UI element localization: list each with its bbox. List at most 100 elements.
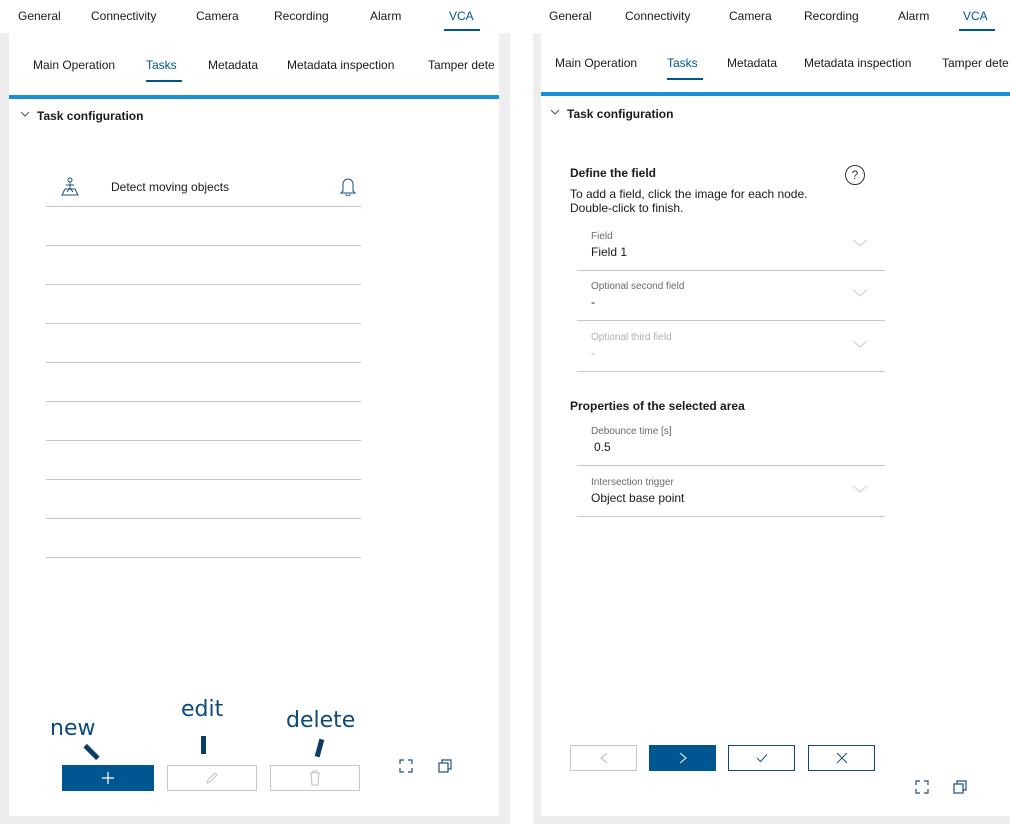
third-field-select[interactable]: Optional third field -: [577, 322, 885, 372]
top-nav: General Connectivity Camera Recording Al…: [0, 0, 510, 33]
field-label: Field: [591, 231, 613, 242]
field-label: Intersection trigger: [591, 477, 674, 488]
bell-icon[interactable]: [340, 176, 356, 196]
empty-task-row: [46, 324, 361, 363]
tab-alarm[interactable]: Alarm: [370, 9, 401, 23]
active-subtab-indicator: [146, 80, 182, 82]
subtab-tamper-detection[interactable]: Tamper dete: [942, 56, 1009, 70]
intersection-trigger-select[interactable]: Intersection trigger Object base point: [577, 467, 885, 517]
field-value: Object base point: [591, 491, 685, 505]
define-field-title: Define the field: [570, 166, 657, 180]
active-subtab-indicator: [667, 78, 703, 80]
new-task-button[interactable]: [62, 765, 154, 791]
sub-nav: Main Operation Tasks Metadata Metadata i…: [541, 41, 1010, 93]
chevron-down-icon: [551, 109, 559, 115]
edit-task-button[interactable]: [167, 765, 257, 791]
annotation-edit: edit: [181, 697, 224, 722]
confirm-button[interactable]: [728, 745, 795, 771]
chevron-down-icon: [853, 485, 867, 493]
tab-recording[interactable]: Recording: [804, 9, 859, 23]
sub-nav: Main Operation Tasks Metadata Metadata i…: [9, 41, 499, 93]
fullscreen-icon[interactable]: [915, 780, 929, 794]
task-label: Detect moving objects: [111, 180, 230, 194]
subtab-metadata[interactable]: Metadata: [208, 58, 258, 72]
tab-vca[interactable]: VCA: [449, 9, 474, 23]
restore-window-icon[interactable]: [438, 759, 452, 773]
tab-general[interactable]: General: [549, 9, 592, 23]
tab-alarm[interactable]: Alarm: [898, 9, 929, 23]
person-in-field-icon: [61, 177, 79, 196]
right-panel: General Connectivity Camera Recording Al…: [533, 0, 1010, 824]
subtab-tasks[interactable]: Tasks: [667, 56, 698, 70]
task-configuration-header[interactable]: Task configuration: [21, 109, 143, 123]
subtab-main-operation[interactable]: Main Operation: [555, 56, 637, 70]
highlight-bar: [9, 95, 499, 99]
empty-task-row: [46, 402, 361, 441]
tab-vca[interactable]: VCA: [963, 9, 988, 23]
empty-task-row: [46, 519, 361, 558]
fullscreen-icon[interactable]: [399, 759, 413, 773]
field-value: Field 1: [591, 245, 628, 259]
field-value: -: [591, 295, 595, 309]
trash-icon: [310, 770, 320, 786]
check-icon: [756, 754, 767, 763]
subtab-metadata-inspection[interactable]: Metadata inspection: [804, 56, 911, 70]
tab-general[interactable]: General: [18, 9, 61, 23]
debounce-time-input[interactable]: Debounce time [s] 0.5: [577, 416, 885, 466]
empty-task-row: [46, 363, 361, 402]
tab-camera[interactable]: Camera: [196, 9, 239, 23]
chevron-down-icon: [21, 111, 29, 117]
empty-task-row: [46, 246, 361, 285]
field-label: Debounce time [s]: [591, 426, 672, 437]
tab-camera[interactable]: Camera: [729, 9, 772, 23]
tab-connectivity[interactable]: Connectivity: [91, 9, 156, 23]
field-value: 0.5: [594, 440, 611, 454]
chevron-left-icon: [599, 752, 607, 764]
field-label: Optional third field: [591, 332, 672, 343]
tab-connectivity[interactable]: Connectivity: [625, 9, 690, 23]
annotation-delete: delete: [286, 708, 356, 733]
properties-title: Properties of the selected area: [570, 399, 745, 413]
close-icon: [836, 752, 847, 764]
empty-task-row: [46, 207, 361, 246]
svg-text:?: ?: [852, 168, 859, 182]
previous-button[interactable]: [570, 745, 637, 771]
empty-task-row: [46, 441, 361, 480]
chevron-down-icon: [853, 340, 867, 348]
subtab-metadata[interactable]: Metadata: [727, 56, 777, 70]
field-select[interactable]: Field Field 1: [577, 221, 885, 271]
task-configuration-header[interactable]: Task configuration: [551, 107, 673, 121]
empty-task-row: [46, 285, 361, 324]
cancel-button[interactable]: [808, 745, 875, 771]
help-line: Double-click to finish.: [570, 201, 684, 215]
active-tab-indicator: [444, 29, 480, 31]
empty-task-row: [46, 480, 361, 519]
help-icon[interactable]: ?: [844, 164, 866, 186]
chevron-down-icon: [853, 239, 867, 247]
next-button[interactable]: [649, 745, 716, 771]
define-field-help: To add a field, click the image for each…: [570, 187, 807, 215]
highlight-bar: [541, 92, 1010, 96]
help-line: To add a field, click the image for each…: [570, 187, 808, 201]
annotation-arrow-edit: [201, 736, 206, 754]
restore-window-icon[interactable]: [953, 780, 967, 794]
tab-recording[interactable]: Recording: [274, 9, 329, 23]
active-tab-indicator: [959, 29, 995, 31]
subtab-tasks[interactable]: Tasks: [146, 58, 177, 72]
annotation-new: new: [50, 716, 96, 741]
task-row[interactable]: Detect moving objects: [46, 168, 361, 207]
subtab-tamper-detection[interactable]: Tamper dete: [428, 58, 495, 72]
subtab-metadata-inspection[interactable]: Metadata inspection: [287, 58, 394, 72]
pencil-icon: [206, 772, 218, 784]
content-card: Main Operation Tasks Metadata Metadata i…: [9, 33, 499, 816]
section-title: Task configuration: [37, 109, 144, 123]
subtab-main-operation[interactable]: Main Operation: [33, 58, 115, 72]
section-title: Task configuration: [567, 107, 674, 121]
plus-icon: [102, 772, 114, 784]
delete-task-button[interactable]: [270, 765, 360, 791]
top-nav: General Connectivity Camera Recording Al…: [533, 0, 1010, 33]
content-card: Main Operation Tasks Metadata Metadata i…: [541, 33, 1010, 816]
chevron-down-icon: [853, 289, 867, 297]
second-field-select[interactable]: Optional second field -: [577, 271, 885, 321]
chevron-right-icon: [679, 752, 687, 764]
